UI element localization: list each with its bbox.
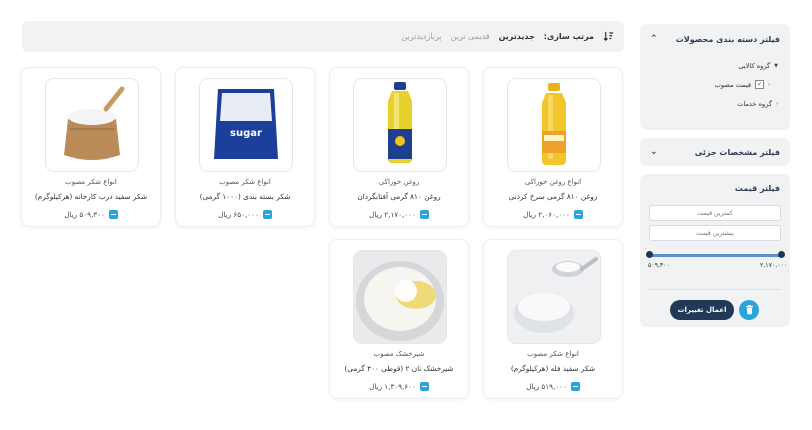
product-image (507, 78, 601, 172)
product-card[interactable]: انواع شکر مصوب شکر سفید فله (هرکیلوگرم) … (483, 239, 623, 399)
range-min-label: ۵۰۹,۳۰۰ (648, 262, 670, 269)
cart-icon[interactable] (419, 210, 429, 219)
product-name[interactable]: شکر بسته بندی (۱۰۰۰ گرمی) (180, 192, 310, 201)
tree-item-services[interactable]: ‹ گروه خدمات (648, 94, 778, 113)
product-price: ۵۱۹,۰۰۰ ریال (526, 382, 567, 391)
sort-option-newest[interactable]: جدیدترین (499, 32, 535, 41)
product-card[interactable]: انواع روغن خوراکی روغن ۸۱۰ گرمی سرخ کردن… (483, 67, 623, 227)
checkbox-approved-price[interactable]: ✓ (755, 80, 764, 89)
sort-bar: مرتب سازی: جدیدترین قدیمی ترین پربازدیدت… (22, 21, 624, 52)
product-price: ۵۰۹,۳۰۰ ریال (64, 210, 105, 219)
product-name[interactable]: روغن ۸۱۰ گرمی سرخ کردنی (488, 192, 618, 201)
product-price: ۲,۰۶۰,۰۰۰ ریال (523, 210, 570, 219)
cart-icon[interactable] (570, 382, 580, 391)
cart-icon[interactable] (108, 210, 118, 219)
product-image (353, 250, 447, 344)
category-filter-title: فیلتر دسته بندی محصولات (675, 34, 780, 44)
max-price-input[interactable] (649, 225, 781, 241)
product-card[interactable]: روغن خوراکی روغن ۸۱۰ گرمی آفتابگردان ۲,۱… (329, 67, 469, 227)
product-category: روغن خوراکی (378, 178, 420, 186)
tree-item-approved-price[interactable]: ‹ ✓ قیمت مصوب (648, 75, 778, 94)
divider (648, 289, 782, 290)
cart-icon[interactable] (573, 210, 583, 219)
apply-changes-button[interactable]: اعمال تغییرات (670, 300, 734, 320)
sort-label: مرتب سازی: (543, 32, 594, 41)
tree-item-goods[interactable]: ▼ گروه کالایی (648, 56, 778, 75)
svg-text:sugar: sugar (230, 128, 262, 139)
cart-icon[interactable] (262, 210, 272, 219)
product-image (353, 78, 447, 172)
sort-icon (603, 31, 614, 41)
caret-left-icon[interactable]: ‹ (768, 82, 770, 88)
category-filter-panel: فیلتر دسته بندی محصولات ⌃ ▼ گروه کالایی … (640, 24, 790, 130)
product-category: انواع شکر مصوب (527, 350, 579, 358)
spec-filter-title: فیلتر مشخصات جزئی (694, 147, 780, 157)
caret-left-icon[interactable]: ‹ (776, 101, 778, 107)
product-category: انواع شکر مصوب (65, 178, 117, 186)
product-image: sugar (199, 78, 293, 172)
cart-icon[interactable] (419, 382, 429, 391)
product-card[interactable]: sugar انواع شکر مصوب شکر بسته بندی (۱۰۰۰… (175, 67, 315, 227)
trash-icon[interactable] (739, 300, 759, 320)
product-card[interactable]: شیرخشک مصوب شیرخشک نان ۲ (قوطی ۴۰۰ گرمی)… (329, 239, 469, 399)
product-card[interactable]: انواع شکر مصوب شکر سفید درب کارخانه (هرک… (21, 67, 161, 227)
product-name[interactable]: شیرخشک نان ۲ (قوطی ۴۰۰ گرمی) (334, 364, 464, 373)
product-name[interactable]: شکر سفید فله (هرکیلوگرم) (488, 364, 618, 373)
spec-filter-panel[interactable]: فیلتر مشخصات جزئی ⌄ (640, 138, 790, 166)
slider-knob-min[interactable] (646, 251, 653, 258)
product-name[interactable]: روغن ۸۱۰ گرمی آفتابگردان (334, 192, 464, 201)
range-max-label: ۲,۱۷۰,۰۰۰ (760, 262, 788, 269)
sort-option-oldest[interactable]: قدیمی ترین (451, 32, 490, 41)
product-category: شیرخشک مصوب (373, 350, 425, 358)
product-price: ۱,۳۰۹,۶۰۰ ریال (369, 382, 416, 391)
product-price: ۲,۱۷۰,۰۰۰ ریال (369, 210, 416, 219)
price-filter-title: فیلتر قیمت (734, 183, 780, 193)
slider-knob-max[interactable] (778, 251, 785, 258)
product-price: ۶۵۰,۰۰۰ ریال (218, 210, 259, 219)
product-name[interactable]: شکر سفید درب کارخانه (هرکیلوگرم) (26, 192, 156, 201)
product-category: انواع شکر مصوب (219, 178, 271, 186)
chevron-up-icon[interactable]: ⌃ (650, 34, 658, 44)
sort-option-most-viewed[interactable]: پربازدیدترین (401, 32, 441, 41)
product-category: انواع روغن خوراکی (524, 178, 582, 186)
product-image (45, 78, 139, 172)
chevron-down-icon[interactable]: ⌄ (650, 147, 658, 157)
min-price-input[interactable] (649, 205, 781, 221)
product-image (507, 250, 601, 344)
price-range-slider[interactable] (648, 254, 782, 257)
price-filter-panel: فیلتر قیمت ۲,۱۷۰,۰۰۰ ۵۰۹,۳۰۰ اعمال تغییر… (640, 174, 790, 327)
caret-down-icon[interactable]: ▼ (774, 63, 778, 69)
